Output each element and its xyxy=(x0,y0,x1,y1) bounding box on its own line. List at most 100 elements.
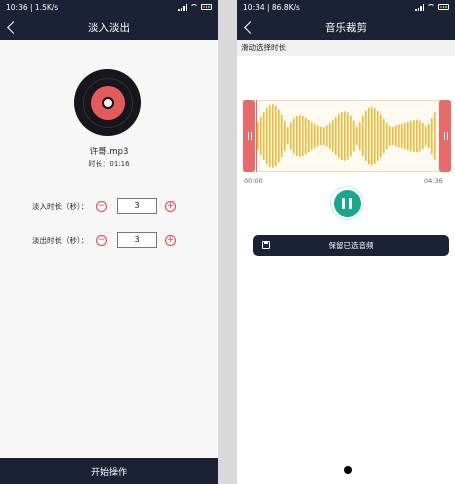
vinyl-disc-icon xyxy=(74,69,141,136)
waveform-bar xyxy=(356,126,358,146)
waveform-bar xyxy=(332,120,334,152)
waveform-bar xyxy=(269,105,271,167)
waveform-bar xyxy=(293,118,295,154)
start-operation-button[interactable]: 开始操作 xyxy=(0,458,218,484)
battery-icon xyxy=(201,4,212,10)
waveform-bar xyxy=(383,118,385,154)
playhead-line xyxy=(256,100,257,172)
status-time: 10:36 | 1.5K/s xyxy=(6,2,59,12)
waveform-bar xyxy=(284,121,286,152)
waveform-bar xyxy=(431,118,433,155)
waveform-bar xyxy=(272,104,274,168)
pause-button[interactable] xyxy=(331,187,363,219)
file-duration: 时长：01:16 xyxy=(88,160,130,168)
fade-in-row: 淡入时长（秒）： − 3 + xyxy=(32,197,176,215)
waveform-bar xyxy=(326,125,328,147)
waveform-bar xyxy=(410,120,412,152)
waveform-bar xyxy=(392,127,394,145)
nav-bar: 淡入淡出 xyxy=(0,14,218,40)
waveform-bar xyxy=(380,114,382,158)
time-start: 00:00 xyxy=(244,177,263,185)
waveform xyxy=(257,104,436,168)
waveform-bar xyxy=(398,124,400,148)
fade-out-input[interactable]: 3 xyxy=(117,232,157,248)
signal-icon xyxy=(178,3,187,11)
waveform-bar xyxy=(344,111,346,161)
fade-out-row: 淡出时长（秒）： − 3 + xyxy=(32,231,176,249)
waveform-bar xyxy=(290,122,292,150)
waveform-bar xyxy=(401,123,403,149)
waveform-bar xyxy=(371,106,373,166)
nav-bar: 音乐裁剪 xyxy=(237,14,455,40)
waveform-bar xyxy=(422,122,424,150)
waveform-bar xyxy=(350,115,352,157)
waveform-bar xyxy=(266,107,268,164)
home-indicator xyxy=(344,466,352,474)
fade-in-plus-button[interactable]: + xyxy=(165,200,176,212)
waveform-bar xyxy=(281,114,283,158)
waveform-bar xyxy=(335,117,337,155)
wifi-icon xyxy=(190,4,198,10)
fade-out-minus-button[interactable]: − xyxy=(96,234,107,246)
waveform-bar xyxy=(407,122,409,150)
waveform-bar xyxy=(263,112,265,160)
page-title: 淡入淡出 xyxy=(88,21,130,34)
save-icon xyxy=(262,241,270,249)
waveform-bar xyxy=(413,120,415,153)
waveform-bar xyxy=(323,127,325,145)
trim-start-handle[interactable] xyxy=(243,100,255,172)
status-time: 10:34 | 86.8K/s xyxy=(243,2,300,12)
status-bar: 10:34 | 86.8K/s xyxy=(237,0,455,14)
fade-screen: 10:36 | 1.5K/s 淡入淡出 许哥.mp3 时长：01:16 淡入时长… xyxy=(0,0,218,484)
waveform-bar xyxy=(395,125,397,147)
waveform-bar xyxy=(287,127,289,145)
waveform-bar xyxy=(434,112,436,160)
waveform-bar xyxy=(305,117,307,155)
waveform-bar xyxy=(260,117,262,155)
waveform-bar xyxy=(347,112,349,160)
waveform-bar xyxy=(320,126,322,145)
waveform-bar xyxy=(416,119,418,153)
signal-icon xyxy=(415,3,424,11)
trim-screen: 10:34 | 86.8K/s 音乐裁剪 滑动选择时长 00:00 04:36 … xyxy=(237,0,455,484)
waveform-bar xyxy=(404,123,406,149)
waveform-bar xyxy=(338,114,340,158)
waveform-bar xyxy=(359,122,361,150)
status-bar: 10:36 | 1.5K/s xyxy=(0,0,218,14)
save-selection-button[interactable]: 保留已选音频 xyxy=(253,235,449,256)
waveform-bar xyxy=(386,122,388,150)
back-arrow-icon[interactable] xyxy=(243,20,257,34)
trim-end-handle[interactable] xyxy=(439,100,451,172)
pause-icon xyxy=(333,189,361,217)
waveform-bar xyxy=(377,110,379,162)
wifi-icon xyxy=(427,4,435,10)
fade-in-label: 淡入时长（秒）： xyxy=(32,201,89,211)
waveform-bar xyxy=(425,126,427,146)
fade-out-label: 淡出时长（秒）： xyxy=(32,235,89,245)
waveform-bar xyxy=(389,126,391,146)
waveform-bar xyxy=(341,112,343,160)
waveform-bar xyxy=(353,120,355,152)
battery-icon xyxy=(438,4,449,10)
waveform-bar xyxy=(311,122,313,150)
status-icons xyxy=(415,3,449,11)
waveform-bar xyxy=(278,109,280,163)
waveform-bar xyxy=(419,120,421,152)
waveform-bar xyxy=(275,105,277,167)
fade-in-input[interactable]: 3 xyxy=(117,198,157,214)
file-name: 许哥.mp3 xyxy=(89,147,129,157)
waveform-bar xyxy=(329,123,331,149)
save-selection-label: 保留已选音频 xyxy=(328,241,374,250)
waveform-bar xyxy=(308,120,310,152)
drag-hint: 滑动选择时长 xyxy=(237,40,455,56)
time-end: 04:36 xyxy=(424,177,443,185)
waveform-bar xyxy=(374,108,376,164)
waveform-bar xyxy=(362,115,364,157)
waveform-bar xyxy=(365,110,367,162)
waveform-bar xyxy=(299,115,301,157)
fade-out-plus-button[interactable]: + xyxy=(165,234,176,246)
fade-in-minus-button[interactable]: − xyxy=(96,200,107,212)
back-arrow-icon[interactable] xyxy=(6,20,20,34)
waveform-bar xyxy=(317,125,319,147)
status-icons xyxy=(178,3,212,11)
